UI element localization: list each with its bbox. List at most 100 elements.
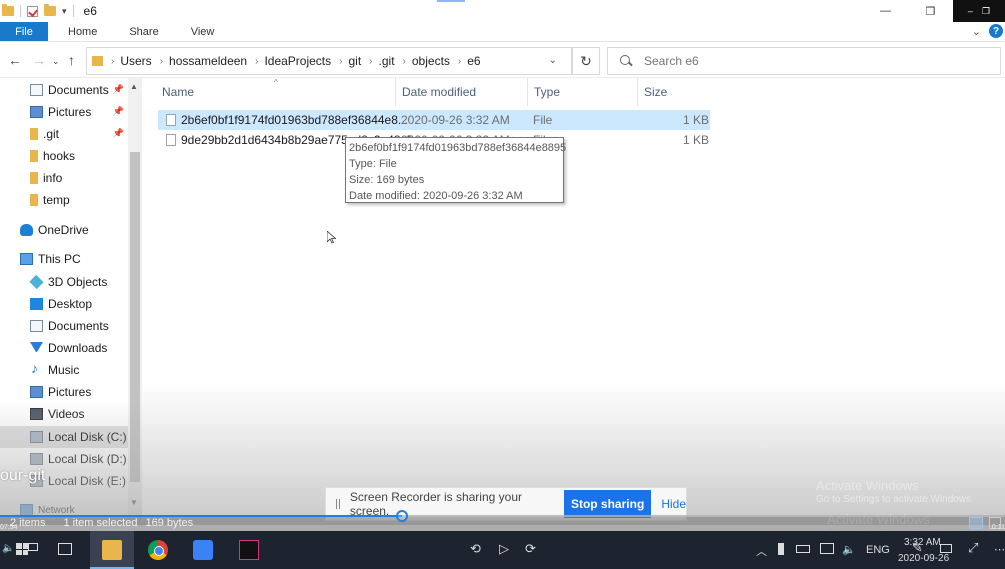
show-hidden-icons-icon[interactable]: ︿ — [756, 543, 767, 559]
tab-file[interactable]: File — [0, 22, 48, 41]
address-bar[interactable]: › Users › hossameldeen › IdeaProjects › … — [86, 47, 572, 75]
breadcrumb-dotgit[interactable]: .git — [379, 54, 395, 68]
back-icon[interactable]: ← — [8, 52, 22, 68]
battery-icon[interactable] — [796, 545, 810, 553]
keyboard-icon[interactable] — [940, 544, 952, 553]
scroll-up-icon[interactable]: ▲ — [130, 82, 138, 91]
nav-label: Local Disk (D:) — [48, 452, 127, 466]
folder-icon — [92, 56, 103, 66]
progress-knob[interactable] — [396, 510, 408, 522]
nav-item-local-disk-c[interactable]: Local Disk (C:) — [0, 426, 128, 448]
volume-icon[interactable]: 🔈 — [2, 543, 14, 554]
breadcrumb-objects[interactable]: objects — [412, 54, 450, 68]
fullscreen-icon[interactable]: ⤢ — [968, 540, 978, 556]
scrollbar-thumb[interactable] — [130, 152, 140, 482]
nav-item-hooks[interactable]: hooks — [0, 145, 128, 167]
screen-recorder-icon[interactable] — [193, 540, 213, 560]
minimize-icon[interactable]: — — [863, 0, 908, 22]
clock-time[interactable]: 3:32 AM — [904, 537, 941, 548]
network-icon[interactable] — [820, 543, 834, 554]
breadcrumb-e6[interactable]: e6 — [467, 54, 480, 68]
help-icon[interactable]: ? — [989, 24, 1003, 38]
window-controls: — ❐ – ❐ — [863, 0, 1005, 22]
breadcrumb-separator: › — [457, 55, 462, 67]
nav-item-dotgit[interactable]: .git 📌 — [0, 123, 128, 145]
file-explorer-icon[interactable] — [102, 540, 122, 560]
nav-scrollbar[interactable]: ▲ ▼ — [128, 78, 142, 520]
tab-share[interactable]: Share — [113, 22, 174, 41]
nav-item-videos[interactable]: Videos — [0, 403, 128, 425]
video-progress-bar[interactable] — [0, 510, 1005, 522]
nav-item-downloads[interactable]: Downloads — [0, 337, 128, 359]
nav-item-music[interactable]: Music — [0, 359, 128, 381]
recent-locations-icon[interactable]: ⌄ — [52, 56, 60, 67]
play-icon[interactable]: ▷ — [499, 541, 509, 557]
pin-icon: 📌 — [112, 106, 124, 116]
drag-handle-icon[interactable] — [336, 499, 340, 509]
cast-icon[interactable] — [28, 543, 38, 551]
scroll-down-icon[interactable]: ▼ — [130, 498, 138, 507]
expand-ribbon-icon[interactable]: ⌄ — [972, 25, 981, 38]
refresh-button[interactable]: ↻ — [572, 47, 600, 75]
clock-date[interactable]: 2020-09-26 — [898, 553, 949, 564]
chrome-icon[interactable] — [148, 540, 168, 560]
usb-icon[interactable] — [778, 543, 784, 555]
chevron-down-icon[interactable]: ⌄ — [549, 55, 557, 66]
tab-home[interactable]: Home — [52, 22, 113, 41]
pin-icon: 📌 — [112, 84, 124, 94]
customize-toolbar-icon[interactable]: ▾ — [62, 6, 67, 17]
rewind-10-icon[interactable]: ⟲ — [470, 541, 481, 557]
properties-icon[interactable] — [27, 5, 38, 17]
intellij-idea-icon[interactable] — [239, 540, 259, 560]
folder-icon — [30, 172, 38, 184]
documents-icon — [30, 84, 43, 96]
nav-item-pictures-pc[interactable]: Pictures — [0, 381, 128, 403]
restore-icon[interactable]: ❐ — [908, 0, 953, 22]
task-view-icon[interactable] — [58, 543, 72, 555]
speaker-icon[interactable]: 🔈 — [842, 543, 856, 556]
nav-item-documents[interactable]: Documents 📌 — [0, 79, 128, 101]
nav-item-onedrive[interactable]: OneDrive — [0, 219, 128, 241]
file-icon — [166, 134, 176, 146]
new-folder-icon[interactable] — [44, 4, 56, 16]
stop-sharing-button[interactable]: Stop sharing — [563, 490, 652, 518]
tooltip-name: 2b6ef0bf1f9174fd01963bd788ef36844e8895 — [349, 142, 567, 154]
nav-label: info — [43, 171, 63, 185]
column-label: Size — [644, 85, 668, 99]
hide-button[interactable]: Hide — [661, 497, 686, 511]
close-icon[interactable]: – ❐ — [953, 0, 1005, 22]
file-row[interactable]: 2b6ef0bf1f9174fd01963bd788ef36844e8... 2… — [158, 110, 710, 130]
details-view-icon[interactable] — [969, 517, 983, 529]
nav-item-documents-pc[interactable]: Documents — [0, 315, 128, 337]
quick-access-toolbar: ▾ — [0, 0, 74, 22]
tab-view[interactable]: View — [175, 22, 231, 41]
nav-item-this-pc[interactable]: This PC — [0, 248, 128, 270]
nav-item-info[interactable]: info — [0, 167, 128, 189]
column-header-date[interactable]: Date modified — [396, 78, 528, 106]
nav-label: This PC — [38, 252, 81, 266]
breadcrumb-hossameldeen[interactable]: hossameldeen — [169, 54, 247, 68]
folder-icon[interactable] — [2, 4, 14, 16]
tooltip-type: Type: File — [349, 158, 397, 170]
forward-30-icon[interactable]: ⟳ — [525, 541, 536, 557]
breadcrumb-users[interactable]: Users — [120, 54, 151, 68]
forward-icon[interactable]: → — [32, 52, 46, 68]
breadcrumb-git[interactable]: git — [348, 54, 361, 68]
start-icon[interactable] — [16, 543, 28, 555]
more-icon[interactable]: ⋯ — [994, 543, 1005, 556]
column-header-name[interactable]: Name — [156, 78, 396, 106]
search-box[interactable] — [607, 47, 1001, 75]
nav-item-desktop[interactable]: Desktop — [0, 293, 128, 315]
nav-item-3d-objects[interactable]: 3D Objects — [0, 271, 128, 293]
folder-icon — [30, 128, 38, 140]
column-header-size[interactable]: Size — [638, 78, 710, 106]
column-header-type[interactable]: Type — [528, 78, 638, 106]
nav-item-temp[interactable]: temp — [0, 189, 128, 211]
elapsed-time: 07:54 — [0, 524, 18, 531]
up-icon[interactable]: ↑ — [68, 52, 75, 68]
nav-item-pictures[interactable]: Pictures 📌 — [0, 101, 128, 123]
language-indicator[interactable]: ENG — [866, 544, 890, 556]
breadcrumb-ideaprojects[interactable]: IdeaProjects — [264, 54, 331, 68]
nav-label: Desktop — [48, 297, 93, 311]
search-input[interactable] — [644, 54, 964, 68]
